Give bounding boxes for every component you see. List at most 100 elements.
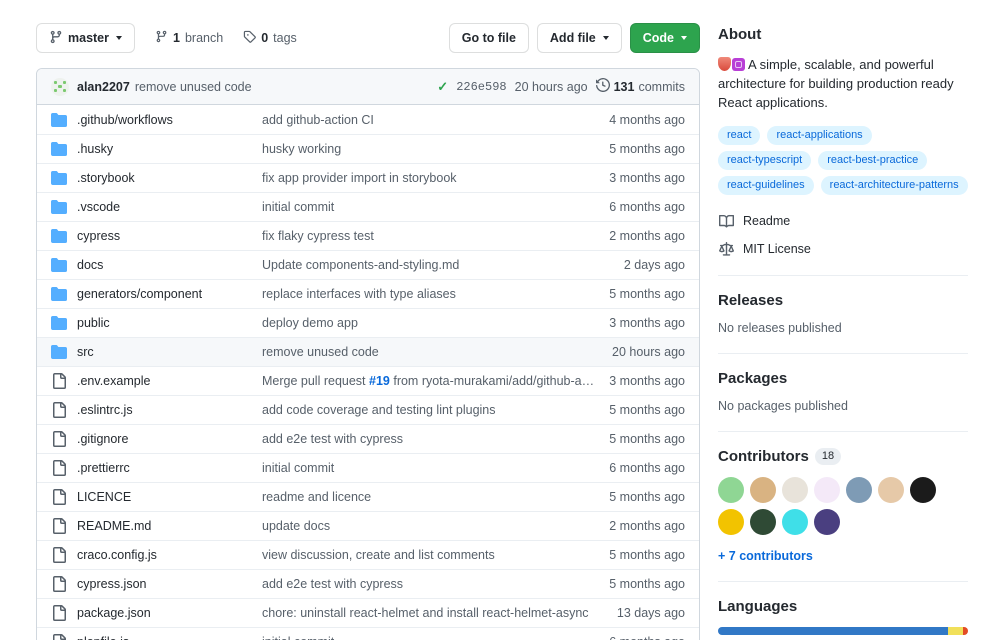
topic-tag[interactable]: react-typescript <box>718 151 812 170</box>
file-name[interactable]: .env.example <box>77 374 262 388</box>
table-row[interactable]: public deploy demo app 3 months ago <box>37 308 699 337</box>
checks-passed-icon[interactable]: ✓ <box>437 79 448 95</box>
file-name[interactable]: plopfile.js <box>77 635 262 640</box>
git-branch-icon <box>49 30 63 47</box>
table-row[interactable]: generators/component replace interfaces w… <box>37 279 699 308</box>
contributor-avatar[interactable] <box>878 477 904 503</box>
table-row[interactable]: .prettierrc initial commit 6 months ago <box>37 453 699 482</box>
file-name[interactable]: package.json <box>77 606 262 620</box>
contributor-avatar[interactable] <box>814 477 840 503</box>
commit-message-cell[interactable]: chore: uninstall react-helmet and instal… <box>262 606 617 620</box>
contributor-avatar[interactable] <box>846 477 872 503</box>
file-age: 5 months ago <box>609 403 685 417</box>
contributor-avatar[interactable] <box>718 477 744 503</box>
readme-link[interactable]: Readme <box>718 213 968 229</box>
table-row[interactable]: .eslintrc.js add code coverage and testin… <box>37 395 699 424</box>
file-name[interactable]: src <box>77 345 262 359</box>
topic-tag[interactable]: react-best-practice <box>818 151 928 170</box>
topic-tag[interactable]: react <box>718 126 761 145</box>
folder-icon <box>51 257 67 273</box>
file-name[interactable]: .prettierrc <box>77 461 262 475</box>
commit-message-cell[interactable]: update docs <box>262 519 609 533</box>
file-name[interactable]: .gitignore <box>77 432 262 446</box>
table-row[interactable]: .env.example Merge pull request #19 from … <box>37 366 699 395</box>
file-name[interactable]: .husky <box>77 142 262 156</box>
file-name[interactable]: docs <box>77 258 262 272</box>
language-segment[interactable] <box>948 627 963 635</box>
tags-count[interactable]: 0 tags <box>243 30 297 46</box>
language-segment[interactable] <box>963 627 968 635</box>
table-row[interactable]: craco.config.js view discussion, create a… <box>37 540 699 569</box>
commit-message-cell[interactable]: fix flaky cypress test <box>262 229 609 243</box>
code-button[interactable]: Code <box>629 23 700 53</box>
commit-message-cell[interactable]: add e2e test with cypress <box>262 432 609 446</box>
commit-message[interactable]: remove unused code <box>135 80 252 94</box>
go-to-file-button[interactable]: Go to file <box>448 23 529 53</box>
file-name[interactable]: .eslintrc.js <box>77 403 262 417</box>
branches-label: branch <box>184 31 224 45</box>
commit-message-cell[interactable]: add github-action CI <box>262 113 609 127</box>
commits-count-link[interactable]: 131 commits <box>595 77 685 95</box>
chevron-down-icon <box>681 36 687 40</box>
commit-message-cell[interactable]: initial commit <box>262 461 609 475</box>
avatar[interactable] <box>51 77 69 96</box>
branch-selector[interactable]: master <box>36 23 135 53</box>
commit-sha[interactable]: 226e598 <box>456 80 506 94</box>
file-name[interactable]: cypress.json <box>77 577 262 591</box>
file-name[interactable]: generators/component <box>77 287 262 301</box>
commit-message-cell[interactable]: replace interfaces with type aliases <box>262 287 609 301</box>
contributor-avatar[interactable] <box>750 509 776 535</box>
file-name[interactable]: craco.config.js <box>77 548 262 562</box>
table-row[interactable]: .gitignore add e2e test with cypress 5 mon… <box>37 424 699 453</box>
file-name[interactable]: cypress <box>77 229 262 243</box>
topic-tag[interactable]: react-architecture-patterns <box>820 176 968 195</box>
commit-message-cell[interactable]: Merge pull request #19 from ryota-muraka… <box>262 374 609 388</box>
file-name[interactable]: README.md <box>77 519 262 533</box>
file-name[interactable]: .github/workflows <box>77 113 262 127</box>
contributor-avatar[interactable] <box>814 509 840 535</box>
table-row[interactable]: .storybook fix app provider import in sto… <box>37 163 699 192</box>
commit-message-cell[interactable]: husky working <box>262 142 609 156</box>
commit-message-cell[interactable]: readme and licence <box>262 490 609 504</box>
table-row[interactable]: .husky husky working 5 months ago <box>37 134 699 163</box>
table-row[interactable]: src remove unused code 20 hours ago <box>37 337 699 366</box>
table-row[interactable]: plopfile.jsinitial commit6 months ago <box>37 627 699 640</box>
commit-message-cell[interactable]: add code coverage and testing lint plugi… <box>262 403 609 417</box>
pull-request-link[interactable]: #19 <box>369 374 390 388</box>
file-name[interactable]: LICENCE <box>77 490 262 504</box>
contributor-avatar[interactable] <box>910 477 936 503</box>
commit-message-cell[interactable]: remove unused code <box>262 345 612 359</box>
table-row[interactable]: cypress.json add e2e test with cypress 5 m… <box>37 569 699 598</box>
table-row[interactable]: docs Update components-and-styling.md 2 da… <box>37 250 699 279</box>
language-segment[interactable] <box>718 627 948 635</box>
commit-message-cell[interactable]: initial commit <box>262 635 609 640</box>
table-row[interactable]: package.json chore: uninstall react-helme… <box>37 598 699 627</box>
commit-message-cell[interactable]: add e2e test with cypress <box>262 577 609 591</box>
contributor-avatar[interactable] <box>782 477 808 503</box>
commit-message-cell[interactable]: view discussion, create and list comment… <box>262 548 609 562</box>
commit-author[interactable]: alan2207 <box>77 80 130 94</box>
commit-message-cell[interactable]: fix app provider import in storybook <box>262 171 609 185</box>
commit-message-cell[interactable]: deploy demo app <box>262 316 609 330</box>
contributor-avatar[interactable] <box>750 477 776 503</box>
topic-tag[interactable]: react-applications <box>767 126 872 145</box>
table-row[interactable]: .vscode initial commit 6 months ago <box>37 192 699 221</box>
license-link[interactable]: MIT License <box>718 241 968 257</box>
contributor-avatar[interactable] <box>718 509 744 535</box>
more-contributors-link[interactable]: + 7 contributors <box>718 549 968 563</box>
file-name[interactable]: .vscode <box>77 200 262 214</box>
commit-message-cell[interactable]: initial commit <box>262 200 609 214</box>
add-file-button[interactable]: Add file <box>536 23 622 53</box>
contributor-avatar[interactable] <box>782 509 808 535</box>
file-icon <box>51 460 67 476</box>
table-row[interactable]: LICENCE readme and licence 5 months ago <box>37 482 699 511</box>
table-row[interactable]: cypress fix flaky cypress test 2 months ag… <box>37 221 699 250</box>
topic-tag[interactable]: react-guidelines <box>718 176 814 195</box>
file-name[interactable]: public <box>77 316 262 330</box>
table-row[interactable]: .github/workflows add github-action CI 4 m… <box>37 105 699 134</box>
table-row[interactable]: README.md update docs 2 months ago <box>37 511 699 540</box>
file-name[interactable]: .storybook <box>77 171 262 185</box>
branches-count[interactable]: 1 branch <box>155 30 223 46</box>
folder-icon <box>51 170 67 186</box>
commit-message-cell[interactable]: Update components-and-styling.md <box>262 258 624 272</box>
